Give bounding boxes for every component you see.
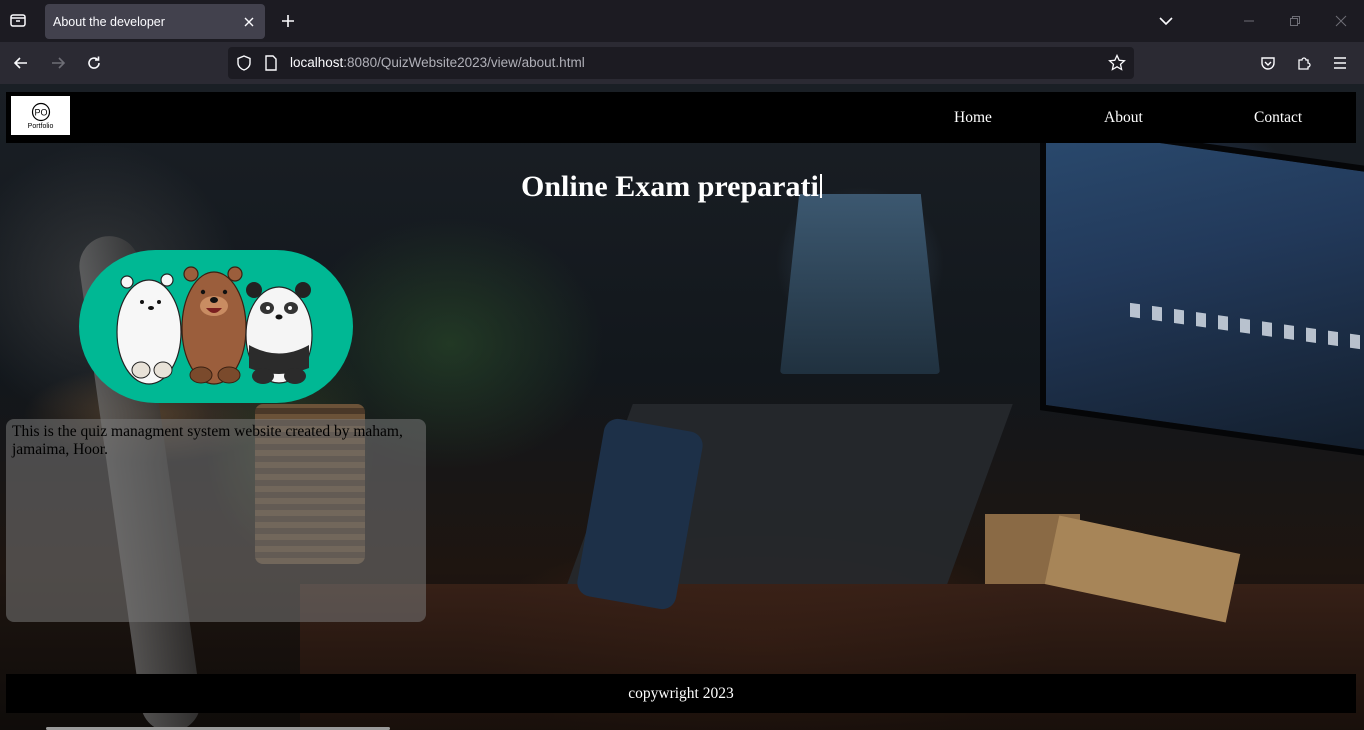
bookmark-star-icon[interactable] [1108, 53, 1126, 77]
url-host: localhost [290, 55, 344, 70]
window-close-button[interactable] [1326, 6, 1356, 36]
minimize-button[interactable] [1234, 6, 1264, 36]
hero-title: Online Exam preparati [521, 170, 822, 204]
url-path: :8080/QuizWebsite2023/view/about.html [343, 55, 585, 70]
arrow-right-icon [52, 57, 66, 69]
arrow-left-icon [13, 57, 27, 69]
background-plant-pot [985, 514, 1080, 584]
site-footer: copywright 2023 [6, 674, 1356, 713]
app-menu-button[interactable] [1326, 49, 1354, 77]
tab-about-the-developer[interactable]: About the developer [45, 4, 265, 39]
url-text: localhost:8080/QuizWebsite2023/view/abou… [290, 47, 585, 79]
page-icon[interactable] [264, 55, 278, 76]
logo-text: Portfolio [27, 122, 54, 130]
browser-navigation-bar: localhost:8080/QuizWebsite2023/view/abou… [0, 42, 1364, 84]
back-button[interactable] [7, 49, 35, 77]
tab-title: About the developer [53, 14, 165, 29]
logo-monogram-icon: PO [31, 102, 50, 121]
close-icon [1335, 15, 1347, 27]
ice-bear-figure [116, 273, 182, 385]
site-header: PO Portfolio Home About Contact [6, 92, 1356, 143]
browser-tab-bar: About the developer [0, 0, 1364, 42]
nav-link-about[interactable]: About [1104, 92, 1143, 143]
extensions-button[interactable] [1290, 49, 1318, 77]
pocket-button[interactable] [1254, 49, 1282, 77]
footer-copyright: copywright 2023 [628, 685, 734, 702]
chevron-down-icon [1159, 17, 1173, 26]
about-card: This is the quiz managment system websit… [6, 419, 426, 622]
background-monitor [1040, 120, 1364, 458]
puzzle-icon [1298, 57, 1311, 70]
background-lamp [780, 194, 940, 374]
page-viewport: PO Portfolio Home About Contact Online E… [0, 84, 1364, 730]
background-phone [575, 416, 705, 612]
logo-monogram: PO [34, 107, 47, 117]
close-icon [244, 17, 254, 26]
background-laptop [567, 404, 1013, 584]
address-bar[interactable]: localhost:8080/QuizWebsite2023/view/abou… [228, 47, 1134, 79]
minimize-icon [1244, 20, 1254, 22]
tab-close-button[interactable] [237, 10, 261, 34]
list-all-tabs-button[interactable] [1152, 7, 1180, 35]
pocket-icon [1261, 57, 1275, 70]
developer-avatar [79, 250, 353, 403]
restore-icon [1290, 16, 1300, 26]
tab-list-button[interactable] [4, 6, 32, 34]
restore-button[interactable] [1280, 6, 1310, 36]
three-bears-illustration [116, 266, 313, 385]
reload-button[interactable] [80, 49, 108, 77]
reload-icon [88, 56, 100, 69]
grizzly-bear-figure [181, 266, 247, 385]
plus-icon [282, 15, 294, 27]
hamburger-menu-icon [1334, 57, 1346, 69]
hero-title-text: Online Exam preparati [521, 170, 819, 203]
background-monitor-dock [1130, 302, 1360, 350]
typing-caret [819, 174, 822, 198]
nav-link-contact[interactable]: Contact [1254, 92, 1302, 143]
nav-link-home[interactable]: Home [954, 92, 992, 143]
about-description: This is the quiz managment system websit… [12, 423, 403, 458]
background-box [1044, 515, 1241, 623]
panda-bear-figure [245, 282, 313, 384]
forward-button[interactable] [44, 49, 72, 77]
shield-icon[interactable] [236, 55, 252, 76]
new-tab-button[interactable] [274, 7, 302, 35]
site-logo[interactable]: PO Portfolio [11, 96, 70, 135]
tab-overview-icon [10, 14, 26, 27]
